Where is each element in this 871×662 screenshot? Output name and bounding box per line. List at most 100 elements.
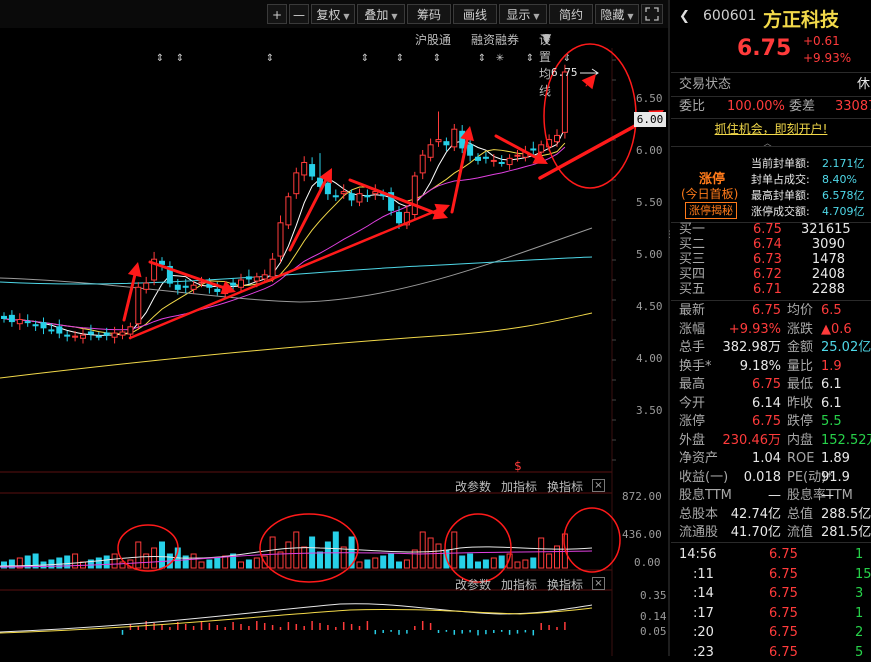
volume-bar [135,541,142,569]
bid-row[interactable]: 买二 6.74 3090 [671,237,871,252]
volume-bar [538,537,545,569]
candle-body [364,195,371,198]
volume-bar [340,546,347,569]
weicha-label: 委差 [789,99,816,114]
volume-bar [388,553,395,569]
candle-body [324,182,331,195]
trade-status-row: 交易状态 休 [671,76,871,94]
ma-line-10 [3,142,566,335]
collapse-chevron-icon[interactable]: ︿ [763,136,772,149]
trade-status-value: 休 [857,77,871,92]
volume-bar [459,555,466,569]
quote-label: 最高 [679,377,706,392]
bid-label: 买一 [679,222,706,237]
candle-body [277,222,284,257]
volume-bar [159,541,165,569]
quote-value: — [768,488,781,503]
candle-body [253,276,260,282]
quote-label: 涨幅 [679,321,706,337]
limitup-stat-row: 涨停成交额: 4.709亿 [671,204,871,220]
candle-body [80,334,86,339]
trend-arrow [494,134,538,159]
tick-row: :14 6.75 3 [671,585,871,603]
volume-bar [364,559,371,569]
volume-bar [198,561,205,569]
stock-change-pct: +9.93% [803,51,852,65]
bid-row[interactable]: 买四 6.72 2408 [671,267,871,282]
bid-label: 买二 [679,237,706,252]
weicha-value: 33087 [835,99,871,114]
weibi-row: 委比 100.00% 委差 33087 [671,98,871,116]
candle-body [127,326,134,335]
volume-bar [245,559,252,569]
tick-price: 6.75 [769,625,798,640]
candle-body [285,196,292,226]
candle-body [348,193,355,201]
candle-body [356,193,363,203]
kline-chart[interactable]: ⇕ ⇕ ⇕ ⇕ ⇕ ⇕ ⇕ ✳ ⇕ ⇕ $ [0,0,668,656]
stock-code: 600601 [703,8,757,24]
volume-bar [403,559,410,569]
macd-params-link[interactable]: 改参数 [455,576,491,593]
quote-label: 涨停 [679,414,706,429]
price-tick: 5.00 [636,248,663,261]
bid-row[interactable]: 买五 6.71 2288 [671,282,871,297]
vol-params-link[interactable]: 改参数 [455,478,491,495]
vol-add-indicator-link[interactable]: 加指标 [501,478,537,495]
macd-switch-indicator-link[interactable]: 换指标 [547,576,583,593]
tick-time: :11 [693,566,714,582]
vol-tick: 0.00 [634,556,661,569]
quote-label: ROE [787,451,815,466]
quote-value: 1.9 [821,358,842,374]
candle-body [32,324,39,327]
candle-body [159,260,165,265]
tick-price: 6.75 [769,586,798,601]
quote-value: — [821,488,834,503]
volume-bar [482,559,489,569]
vol-close-icon[interactable]: × [592,479,605,492]
quote-label: 总手 [679,340,706,355]
bid-row[interactable]: 买一 6.75 321615 [671,222,871,237]
candle-body [340,191,347,195]
candle-body [419,154,426,174]
quote-value: 9.18% [739,358,781,374]
open-account-link[interactable]: 抓住机会，即刻开户! [671,120,871,137]
tick-volume: 5 [855,644,864,660]
quote-row: 换手* 9.18% 量比 1.9 [671,358,871,376]
stock-price: 6.75 [737,36,792,61]
back-chevron-icon[interactable]: ❮ [679,9,690,24]
bid-label: 买四 [679,267,706,282]
volume-bar [522,559,529,569]
tick-volume: 3 [855,586,864,601]
quote-label: 金额 [787,340,814,355]
bid-row[interactable]: 买三 6.73 1478 [671,252,871,267]
bid-label: 买五 [679,282,706,297]
quote-label: 股息率TTM [787,488,853,503]
event-marker-icon: ⇕ [396,53,404,64]
price-tick: 4.00 [636,352,663,365]
macd-add-indicator-link[interactable]: 加指标 [501,576,537,593]
limitup-stat-value: 6.578亿 [822,189,865,202]
candle-body [451,128,458,148]
macd-close-icon[interactable]: × [592,577,605,590]
candle-body [261,274,268,280]
candle-body [103,332,110,336]
volume-bar [95,557,102,569]
tick-time: 14:56 [679,547,717,562]
bid-price: 6.72 [753,267,782,282]
volume-bar [301,546,308,569]
volume-bar [411,549,418,569]
panel-divider[interactable] [668,0,670,656]
vol-switch-indicator-link[interactable]: 换指标 [547,478,583,495]
volume-bar [103,555,110,569]
candle-body [396,211,402,224]
volume-bar [238,561,244,569]
event-marker-icon: ⇕ [361,53,369,64]
candle-body [530,148,537,151]
candle-body [332,195,339,198]
candle-body [1,315,7,319]
ma-line-120 [0,256,593,285]
bid-price: 6.74 [753,237,782,252]
event-marker-icon: ⇕ [176,53,184,64]
limitup-stat-label: 封单占成交: [751,173,810,186]
